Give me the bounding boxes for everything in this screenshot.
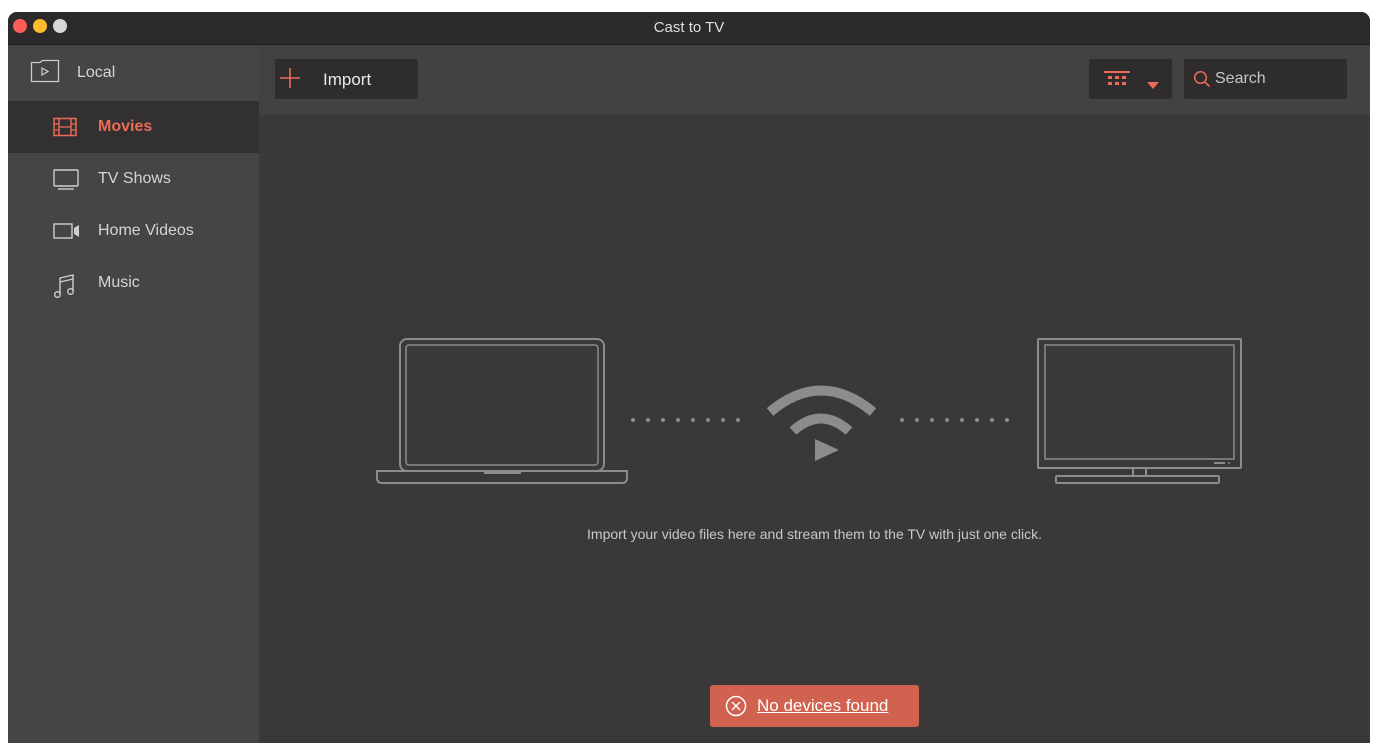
app-window: Cast to TV Local Movies TV Shows Home Vi… [8,12,1370,743]
error-circle-icon [725,695,747,722]
sidebar-item-label: Movies [98,118,153,135]
sidebar: Local Movies TV Shows Home Videos Music [8,45,259,743]
dotted-connector-left [631,418,740,422]
title-bar: Cast to TV [8,12,1370,45]
film-icon [53,117,77,142]
no-devices-banner[interactable]: No devices found [710,685,919,727]
tv-icon [53,169,79,196]
no-devices-label: No devices found [757,696,889,715]
sidebar-item-music[interactable]: Music [8,257,259,309]
cast-icon [766,385,877,461]
sidebar-item-movies[interactable]: Movies [8,101,259,153]
television-icon [1037,338,1242,484]
import-hint-text: Import your video files here and stream … [587,526,1042,542]
laptop-icon [376,338,628,484]
sidebar-item-label: Home Videos [98,222,194,239]
folder-play-icon [30,59,60,88]
music-note-icon [53,273,77,304]
sidebar-item-label: TV Shows [98,170,171,187]
sidebar-local-header[interactable]: Local [8,45,259,101]
main-content: Import Search Import your video files he… [259,45,1370,743]
sidebar-local-label: Local [77,64,116,81]
cast-illustration [376,338,1242,484]
dotted-connector-right [900,418,1009,422]
sidebar-item-tv-shows[interactable]: TV Shows [8,153,259,205]
sidebar-item-label: Music [98,274,140,291]
window-title: Cast to TV [653,19,725,36]
sidebar-item-home-videos[interactable]: Home Videos [8,205,259,257]
video-camera-icon [53,221,81,246]
